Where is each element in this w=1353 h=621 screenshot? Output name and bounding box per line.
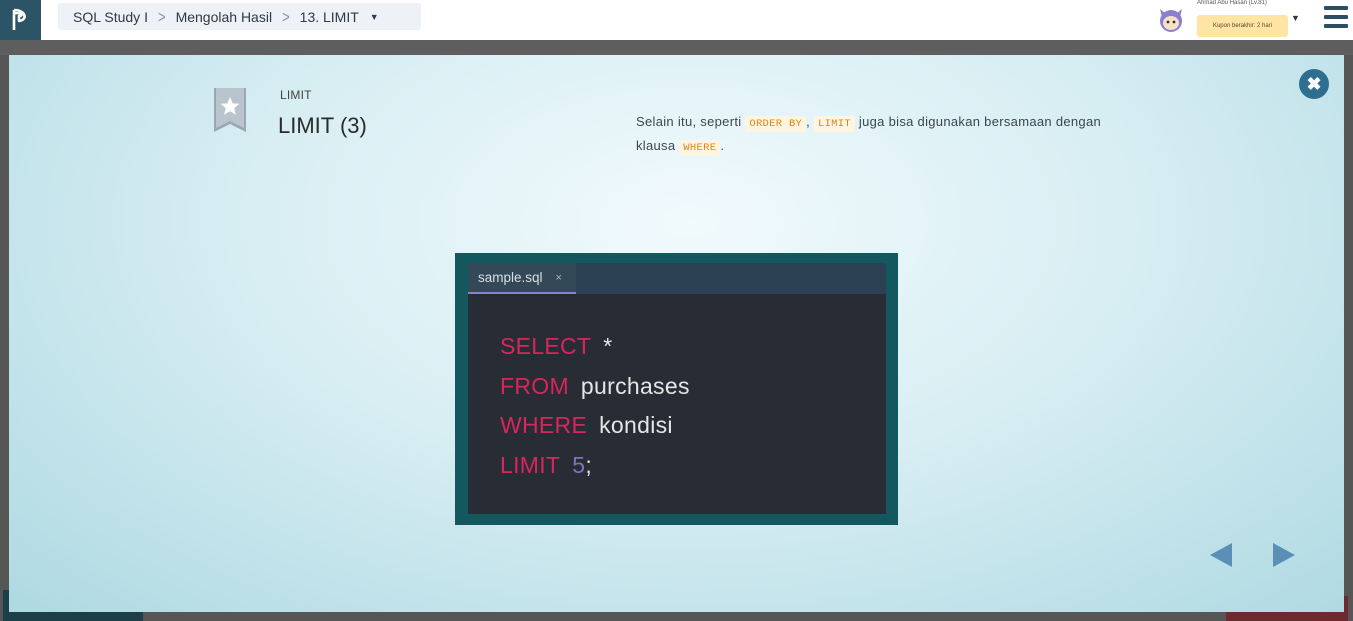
description-text: Selain itu, seperti <box>636 114 746 129</box>
chevron-right-icon: > <box>282 6 290 27</box>
editor-tab-bar: sample.sql × <box>468 263 886 294</box>
code-content: SELECT * FROM purchases WHERE kondisi LIMIT… <box>468 294 886 485</box>
code-line: WHERE kondisi <box>500 406 886 446</box>
avatar[interactable] <box>1156 5 1186 33</box>
background-overlay <box>0 40 1353 55</box>
chevron-down-icon[interactable]: ▼ <box>370 12 379 22</box>
sql-keyword: LIMIT <box>500 451 561 478</box>
inline-code: WHERE <box>679 140 721 156</box>
description-text: , <box>806 114 814 129</box>
breadcrumb-item-lesson[interactable]: 13. LIMIT <box>300 9 359 25</box>
inline-code: ORDER BY <box>745 116 807 132</box>
top-bar: SQL Study I > Mengolah Hasil > 13. LIMIT… <box>0 0 1353 40</box>
inline-code: LIMIT <box>813 116 855 132</box>
sql-keyword: SELECT <box>500 333 592 359</box>
code-line: LIMIT 5; <box>500 446 886 486</box>
code-line: FROM purchases <box>500 367 886 407</box>
description-text: . <box>720 138 725 153</box>
slide-title: LIMIT (3) <box>278 113 367 138</box>
bookmark-icon[interactable] <box>213 88 247 139</box>
next-slide-icon[interactable] <box>1273 543 1295 567</box>
breadcrumb-item-chapter[interactable]: Mengolah Hasil <box>176 9 273 25</box>
slide-description: Selain itu, seperti ORDER BY, LIMIT juga… <box>636 111 1106 159</box>
editor-tab-label: sample.sql <box>478 270 543 285</box>
code-text: purchases <box>580 372 690 399</box>
breadcrumb-item-course[interactable]: SQL Study I <box>73 9 148 25</box>
sql-keyword: WHERE <box>500 412 588 438</box>
coupon-badge: Kupon berakhir: 2 hari <box>1197 15 1288 37</box>
breadcrumb: SQL Study I > Mengolah Hasil > 13. LIMIT… <box>58 3 421 30</box>
chevron-down-icon[interactable]: ▼ <box>1291 13 1300 23</box>
user-name[interactable]: Ahmad Abu Hasan (Lv.81) <box>1197 0 1267 6</box>
previous-slide-icon[interactable] <box>1210 543 1232 567</box>
close-icon[interactable]: × <box>556 272 562 284</box>
sql-keyword: FROM <box>500 372 569 399</box>
slide-label: LIMIT <box>280 88 312 102</box>
editor-tab[interactable]: sample.sql × <box>468 263 576 294</box>
hamburger-menu-icon[interactable] <box>1324 6 1348 28</box>
code-editor-frame: sample.sql × SELECT * FROM purchases WHERE… <box>455 253 898 525</box>
chevron-right-icon: > <box>157 6 166 27</box>
code-number: 5 <box>572 451 586 478</box>
code-line: SELECT * <box>500 327 886 367</box>
code-text: * <box>603 333 613 359</box>
close-icon: ✖ <box>1306 73 1322 94</box>
close-button[interactable]: ✖ <box>1299 69 1329 99</box>
slide-modal: ✖ LIMIT LIMIT (3) Selain itu, seperti OR… <box>9 55 1344 612</box>
code-text: kondisi <box>599 412 673 438</box>
code-text: ; <box>585 451 593 478</box>
progate-logo-icon[interactable] <box>0 0 41 40</box>
code-editor: sample.sql × SELECT * FROM purchases WHERE… <box>468 263 886 514</box>
